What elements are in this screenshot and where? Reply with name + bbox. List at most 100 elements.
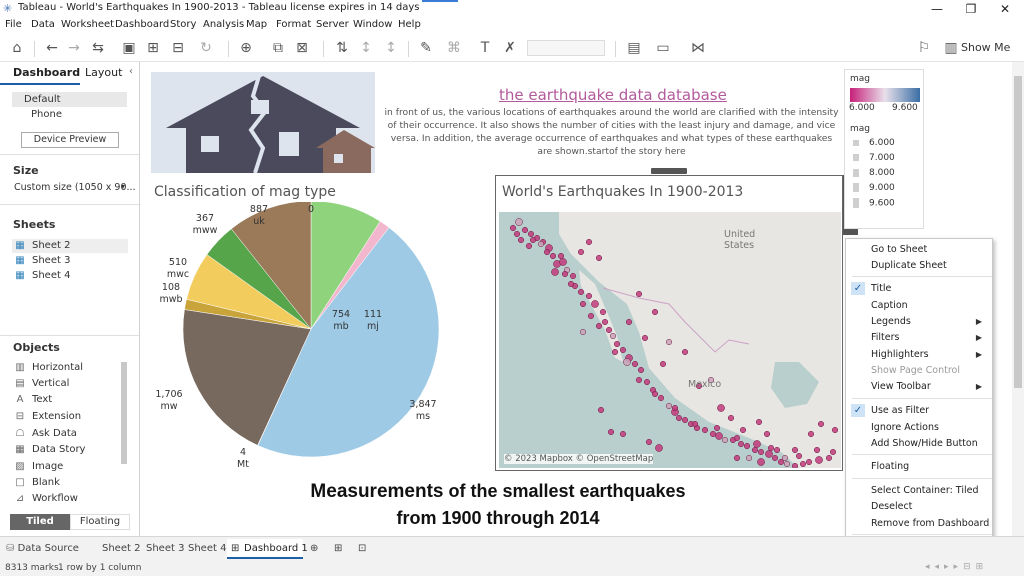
tab-dashboard-1[interactable]: ⊞ Dashboard 1 xyxy=(227,539,308,559)
menu-server[interactable]: Server xyxy=(316,19,349,30)
earthquake-point[interactable] xyxy=(623,358,631,366)
object-vertical[interactable]: ▤ Vertical xyxy=(14,378,69,389)
menu-data[interactable]: Data xyxy=(31,19,55,30)
menu-analysis[interactable]: Analysis xyxy=(203,19,244,30)
show-me-button[interactable]: Show Me xyxy=(961,41,1010,54)
sort-descending-icon[interactable]: ↕ xyxy=(383,40,399,56)
earthquake-point[interactable] xyxy=(767,444,775,452)
context-menu-item[interactable]: ✓ Use as Filter xyxy=(846,404,992,420)
earthquake-point[interactable] xyxy=(601,318,609,326)
earthquake-point[interactable] xyxy=(577,248,585,256)
earthquake-point[interactable] xyxy=(517,236,525,244)
earthquake-point[interactable] xyxy=(551,268,559,276)
earthquake-point[interactable] xyxy=(595,254,603,262)
size-legend-item[interactable]: 6.000 xyxy=(850,138,895,148)
scroll-thumb[interactable] xyxy=(1014,76,1022,388)
tab-dashboard-panel[interactable]: Dashboard xyxy=(13,66,80,79)
earthquake-point[interactable] xyxy=(537,240,545,248)
collapse-panel-icon[interactable]: ‹ xyxy=(129,66,133,77)
share-icon[interactable]: ⋈ xyxy=(690,40,706,56)
map-container[interactable]: World's Earthquakes In 1900-2013 United … xyxy=(495,175,843,471)
context-menu-item[interactable]: Highlighters ▶ xyxy=(846,349,992,364)
show-cards-icon[interactable]: ▤ xyxy=(626,40,642,56)
earthquake-point[interactable] xyxy=(651,308,659,316)
earthquake-point[interactable] xyxy=(579,328,587,336)
earthquake-point[interactable] xyxy=(561,270,569,278)
earthquake-point[interactable] xyxy=(567,280,575,288)
earthquake-point[interactable] xyxy=(815,456,823,464)
earthquake-point[interactable] xyxy=(701,426,709,434)
earthquake-point[interactable] xyxy=(755,418,763,426)
earthquake-point[interactable] xyxy=(579,300,587,308)
earthquake-point[interactable] xyxy=(543,248,551,256)
tab-layout-panel[interactable]: Layout xyxy=(85,66,122,79)
tab-sheet-2[interactable]: Sheet 2 xyxy=(102,543,140,554)
duplicate-sheet-icon[interactable]: ⧉ xyxy=(270,40,286,56)
sheet-item-3[interactable]: ▦ Sheet 3 xyxy=(14,255,70,266)
earthquake-point[interactable] xyxy=(609,332,617,340)
chevron-down-icon[interactable]: ▾ xyxy=(121,182,125,191)
context-menu-item[interactable]: ✓ Title xyxy=(846,282,992,298)
earthquake-point[interactable] xyxy=(557,252,565,260)
earthquake-point[interactable] xyxy=(791,462,799,468)
context-menu-item[interactable]: Select Container: Tiled xyxy=(846,485,992,500)
earthquake-point[interactable] xyxy=(757,448,765,456)
earthquake-point[interactable] xyxy=(805,458,813,466)
minimize-button[interactable]: — xyxy=(920,0,954,18)
size-legend-item[interactable]: 7.000 xyxy=(850,153,895,163)
earthquake-point[interactable] xyxy=(817,420,825,428)
earthquake-point[interactable] xyxy=(549,252,557,260)
object-blank[interactable]: □ Blank xyxy=(14,477,60,488)
earthquake-point[interactable] xyxy=(613,340,621,348)
menu-dashboard[interactable]: Dashboard xyxy=(115,19,169,30)
context-menu-item[interactable]: Filters ▶ xyxy=(846,332,992,347)
mag-type-pie-chart[interactable]: 754mb 111mj 3,847ms 4Mt 1,706mw 108mwb 510mwc 3… xyxy=(150,202,480,472)
close-window-button[interactable]: ✕ xyxy=(988,0,1022,18)
earthquake-point[interactable] xyxy=(607,428,615,436)
device-default[interactable]: Default xyxy=(12,92,127,107)
earthquake-point[interactable] xyxy=(587,312,595,320)
tab-sheet-4[interactable]: Sheet 4 xyxy=(188,543,226,554)
show-mark-labels-icon[interactable]: T xyxy=(477,40,493,56)
earthquake-point[interactable] xyxy=(577,288,585,296)
object-extension[interactable]: ⊟ Extension xyxy=(14,411,81,422)
object-text[interactable]: A Text xyxy=(14,394,53,405)
earthquake-point[interactable] xyxy=(585,292,593,300)
earthquake-point[interactable] xyxy=(771,454,779,462)
menu-help[interactable]: Help xyxy=(398,19,421,30)
earthquake-point[interactable] xyxy=(751,446,759,454)
earthquake-point[interactable] xyxy=(727,414,735,422)
object-image[interactable]: ▨ Image xyxy=(14,461,63,472)
earthquake-point[interactable] xyxy=(525,242,533,250)
replay-icon[interactable]: ⇆ xyxy=(90,40,106,56)
earthquake-point[interactable] xyxy=(559,258,567,266)
earthquake-point[interactable] xyxy=(521,226,529,234)
refresh-icon[interactable]: ↻ xyxy=(198,40,214,56)
earthquake-point[interactable] xyxy=(743,442,751,450)
earthquake-point[interactable] xyxy=(709,430,717,438)
tab-data-source[interactable]: ⛁ Data Source xyxy=(6,543,79,554)
earthquake-map[interactable] xyxy=(499,212,841,468)
pin-icon[interactable]: ⚐ xyxy=(916,40,932,56)
earthquake-point[interactable] xyxy=(757,458,765,466)
earthquake-point[interactable] xyxy=(595,322,603,330)
earthquake-point[interactable] xyxy=(625,318,633,326)
undo-icon[interactable]: ← xyxy=(44,40,60,56)
context-menu-item[interactable]: Floating xyxy=(846,461,992,476)
earthquake-point[interactable] xyxy=(645,438,653,446)
earthquake-point[interactable] xyxy=(813,446,821,454)
earthquake-point[interactable] xyxy=(611,348,619,356)
earthquake-point[interactable] xyxy=(509,224,517,232)
earthquake-point[interactable] xyxy=(681,416,689,424)
context-menu-item[interactable]: Legends ▶ xyxy=(846,316,992,331)
vertical-scrollbar[interactable] xyxy=(1012,62,1024,536)
tab-sheet-3[interactable]: Sheet 3 xyxy=(146,543,184,554)
size-legend-item[interactable]: 8.000 xyxy=(850,168,895,178)
menu-map[interactable]: Map xyxy=(246,19,267,30)
pause-updates-icon[interactable]: ⊟ xyxy=(170,40,186,56)
earthquake-point[interactable] xyxy=(781,454,789,462)
earthquake-point[interactable] xyxy=(569,272,577,280)
presentation-mode-icon[interactable]: ▭ xyxy=(655,40,671,56)
new-worksheet-tab-icon[interactable]: ⊕ xyxy=(310,543,318,554)
object-horizontal[interactable]: ▥ Horizontal xyxy=(14,362,83,373)
